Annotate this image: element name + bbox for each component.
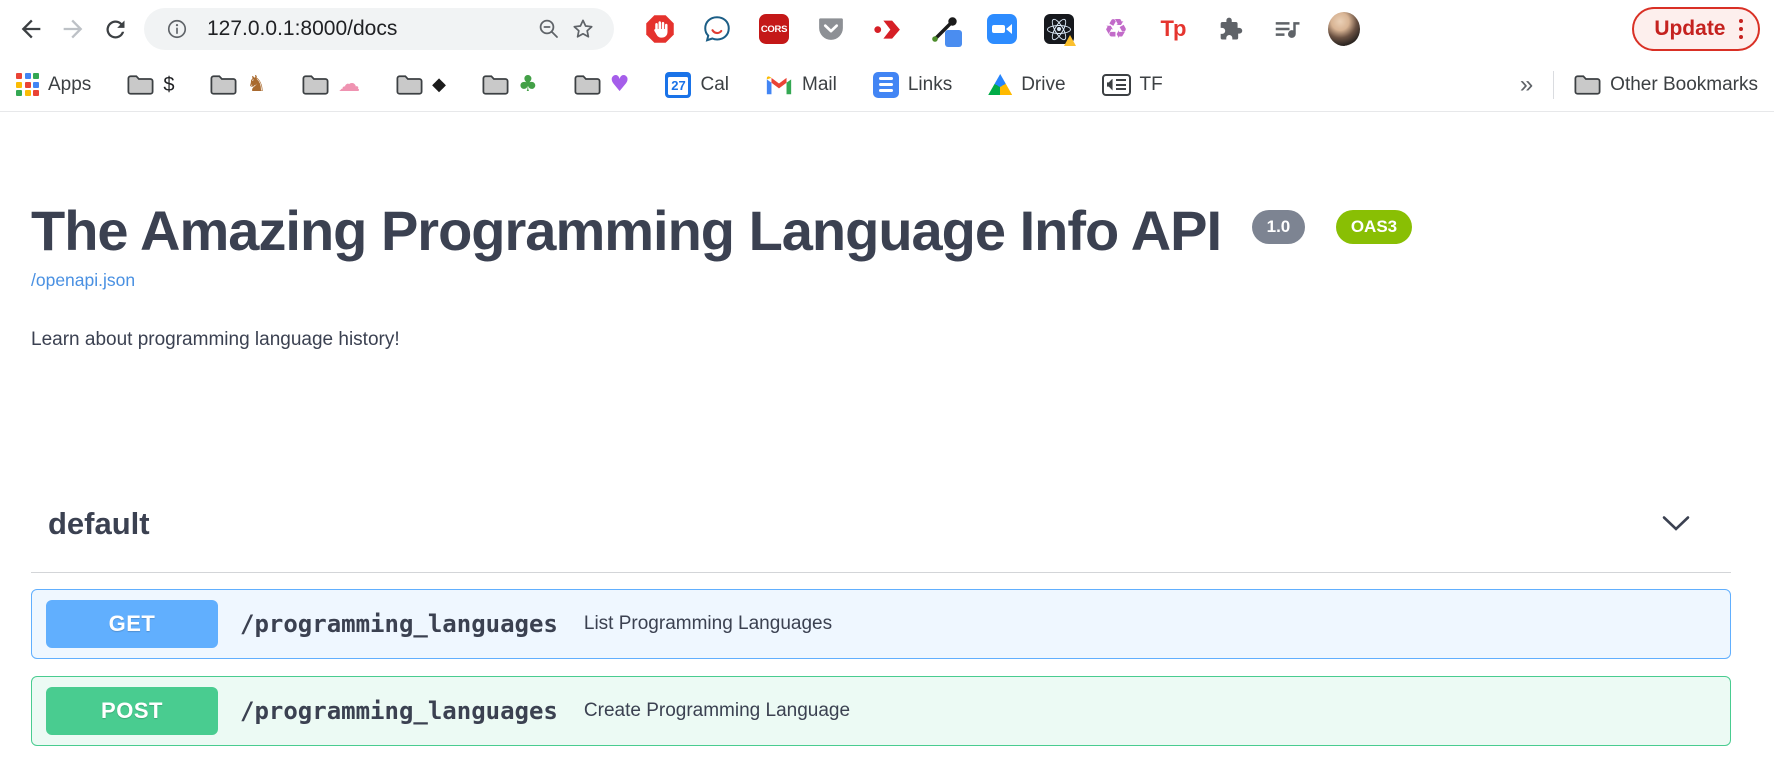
google-drive-icon (988, 74, 1012, 95)
tp-extension-icon[interactable]: Tp (1157, 13, 1189, 45)
cors-extension-icon[interactable]: CORS (758, 13, 790, 45)
zoom-extension-icon[interactable] (986, 13, 1018, 45)
adblock-extension-icon[interactable] (644, 13, 676, 45)
api-title-text: The Amazing Programming Language Info AP… (31, 199, 1221, 262)
purple-heart-emoji: ♥ (610, 74, 630, 96)
bookmark-folder-carousel-horse[interactable]: ♞ (210, 74, 266, 96)
bookmark-folder-brain[interactable]: ☁ (302, 74, 360, 96)
bookmark-folder-dollar[interactable]: $ (127, 74, 174, 96)
pocket-extension-icon[interactable] (815, 13, 847, 45)
reload-button[interactable] (94, 8, 136, 50)
bookmark-folder-graduation-cap[interactable]: ◆ (396, 74, 446, 96)
bookmark-folder-herb[interactable]: ♣ (482, 74, 538, 96)
openapi-json-link[interactable]: /openapi.json (31, 270, 135, 291)
folder-icon (1574, 74, 1601, 96)
cors-extension-label: CORS (759, 14, 789, 44)
dollar-glyph: $ (163, 75, 174, 95)
list-icon (873, 72, 899, 98)
video-camera-icon (987, 14, 1017, 44)
bookmark-label: Cal (700, 74, 729, 96)
extensions-row: CORS ♻ Tp (644, 13, 1360, 45)
tag-section-default: default GET /programming_languages List … (31, 506, 1731, 746)
extensions-menu-puzzle-icon[interactable] (1214, 13, 1246, 45)
bookmark-label: TF (1140, 74, 1163, 96)
operation-path: /programming_languages (240, 610, 558, 638)
recycle-extension-icon[interactable]: ♻ (1100, 13, 1132, 45)
folder-icon (302, 74, 329, 96)
chat-bubble-extension-icon[interactable] (701, 13, 733, 45)
bookmark-calendar[interactable]: 27 Cal (665, 72, 729, 98)
folder-icon (574, 74, 601, 96)
brain-emoji: ☁ (338, 74, 360, 96)
atom-icon (1044, 14, 1074, 44)
refactoring-extension-icon[interactable] (872, 13, 904, 45)
bookmark-star-icon[interactable] (566, 12, 600, 46)
bookmark-mail[interactable]: Mail (765, 74, 837, 96)
bookmark-label: Apps (48, 74, 91, 96)
forward-arrow-icon (59, 15, 87, 43)
kebab-menu-icon[interactable] (1739, 19, 1744, 40)
reload-icon (102, 16, 129, 43)
apps-grid-icon (16, 73, 39, 96)
zoom-out-icon[interactable] (532, 12, 566, 46)
google-calendar-icon: 27 (665, 72, 691, 98)
avatar-photo (1328, 12, 1360, 46)
update-button[interactable]: Update (1632, 7, 1760, 51)
bookmark-folder-purple-heart[interactable]: ♥ (574, 74, 630, 96)
folder-icon (482, 74, 509, 96)
update-button-label: Update (1654, 17, 1725, 41)
swagger-ui: The Amazing Programming Language Info AP… (0, 202, 1774, 746)
profile-avatar[interactable] (1328, 13, 1360, 45)
forward-button[interactable] (52, 8, 94, 50)
method-badge: POST (46, 687, 218, 735)
chevron-down-icon[interactable] (1661, 515, 1691, 532)
bookmark-links[interactable]: Links (873, 72, 952, 98)
card-speaker-icon (1102, 74, 1131, 96)
operation-summary: Create Programming Language (584, 700, 850, 722)
divider (1553, 71, 1554, 99)
operation-summary: List Programming Languages (584, 613, 832, 635)
bookmark-label: Drive (1021, 74, 1065, 96)
graduation-cap-emoji: ◆ (432, 76, 446, 94)
back-arrow-icon (17, 15, 45, 43)
bookmarks-bar: Apps $ ♞ ☁ ◆ ♣ ♥ 27 Cal Mail Links Dr (0, 58, 1774, 112)
operation-get-programming-languages[interactable]: GET /programming_languages List Programm… (31, 589, 1731, 659)
operation-path: /programming_languages (240, 697, 558, 725)
folder-icon (210, 74, 237, 96)
bookmark-apps[interactable]: Apps (16, 73, 91, 96)
url-text[interactable]: 127.0.0.1:8000/docs (207, 17, 532, 41)
api-description: Learn about programming language history… (31, 329, 1731, 351)
operation-post-programming-languages[interactable]: POST /programming_languages Create Progr… (31, 676, 1731, 746)
carousel-horse-emoji: ♞ (246, 74, 266, 96)
folder-icon (127, 74, 154, 96)
tp-extension-label: Tp (1161, 16, 1186, 42)
calendar-day: 27 (668, 77, 688, 95)
recycle-glyph: ♻ (1104, 16, 1128, 43)
bookmarks-overflow-chevron-icon[interactable]: » (1520, 71, 1533, 99)
folder-icon (396, 74, 423, 96)
playlist-icon[interactable] (1271, 13, 1303, 45)
bookmark-label: Links (908, 74, 952, 96)
tag-header-default[interactable]: default (31, 506, 1731, 573)
other-bookmarks-label: Other Bookmarks (1610, 74, 1758, 96)
address-bar[interactable]: 127.0.0.1:8000/docs (144, 8, 614, 50)
version-badge: 1.0 (1252, 210, 1306, 244)
bookmarks-bar-right: » Other Bookmarks (1520, 71, 1758, 99)
oas3-badge: OAS3 (1336, 210, 1412, 244)
other-bookmarks-folder[interactable]: Other Bookmarks (1574, 74, 1758, 96)
bookmark-label: Mail (802, 74, 837, 96)
method-badge: GET (46, 600, 218, 648)
herb-emoji: ♣ (518, 74, 538, 96)
colorpicker-extension-icon[interactable] (929, 13, 961, 45)
page-title: The Amazing Programming Language Info AP… (31, 202, 1731, 261)
gmail-icon (765, 74, 793, 96)
browser-toolbar: 127.0.0.1:8000/docs CORS (0, 0, 1774, 58)
tag-name[interactable]: default (48, 506, 150, 542)
bookmark-tf[interactable]: TF (1102, 74, 1163, 96)
site-info-icon[interactable] (160, 12, 194, 46)
react-devtools-extension-icon[interactable] (1043, 13, 1075, 45)
bookmark-drive[interactable]: Drive (988, 74, 1065, 96)
back-button[interactable] (10, 8, 52, 50)
